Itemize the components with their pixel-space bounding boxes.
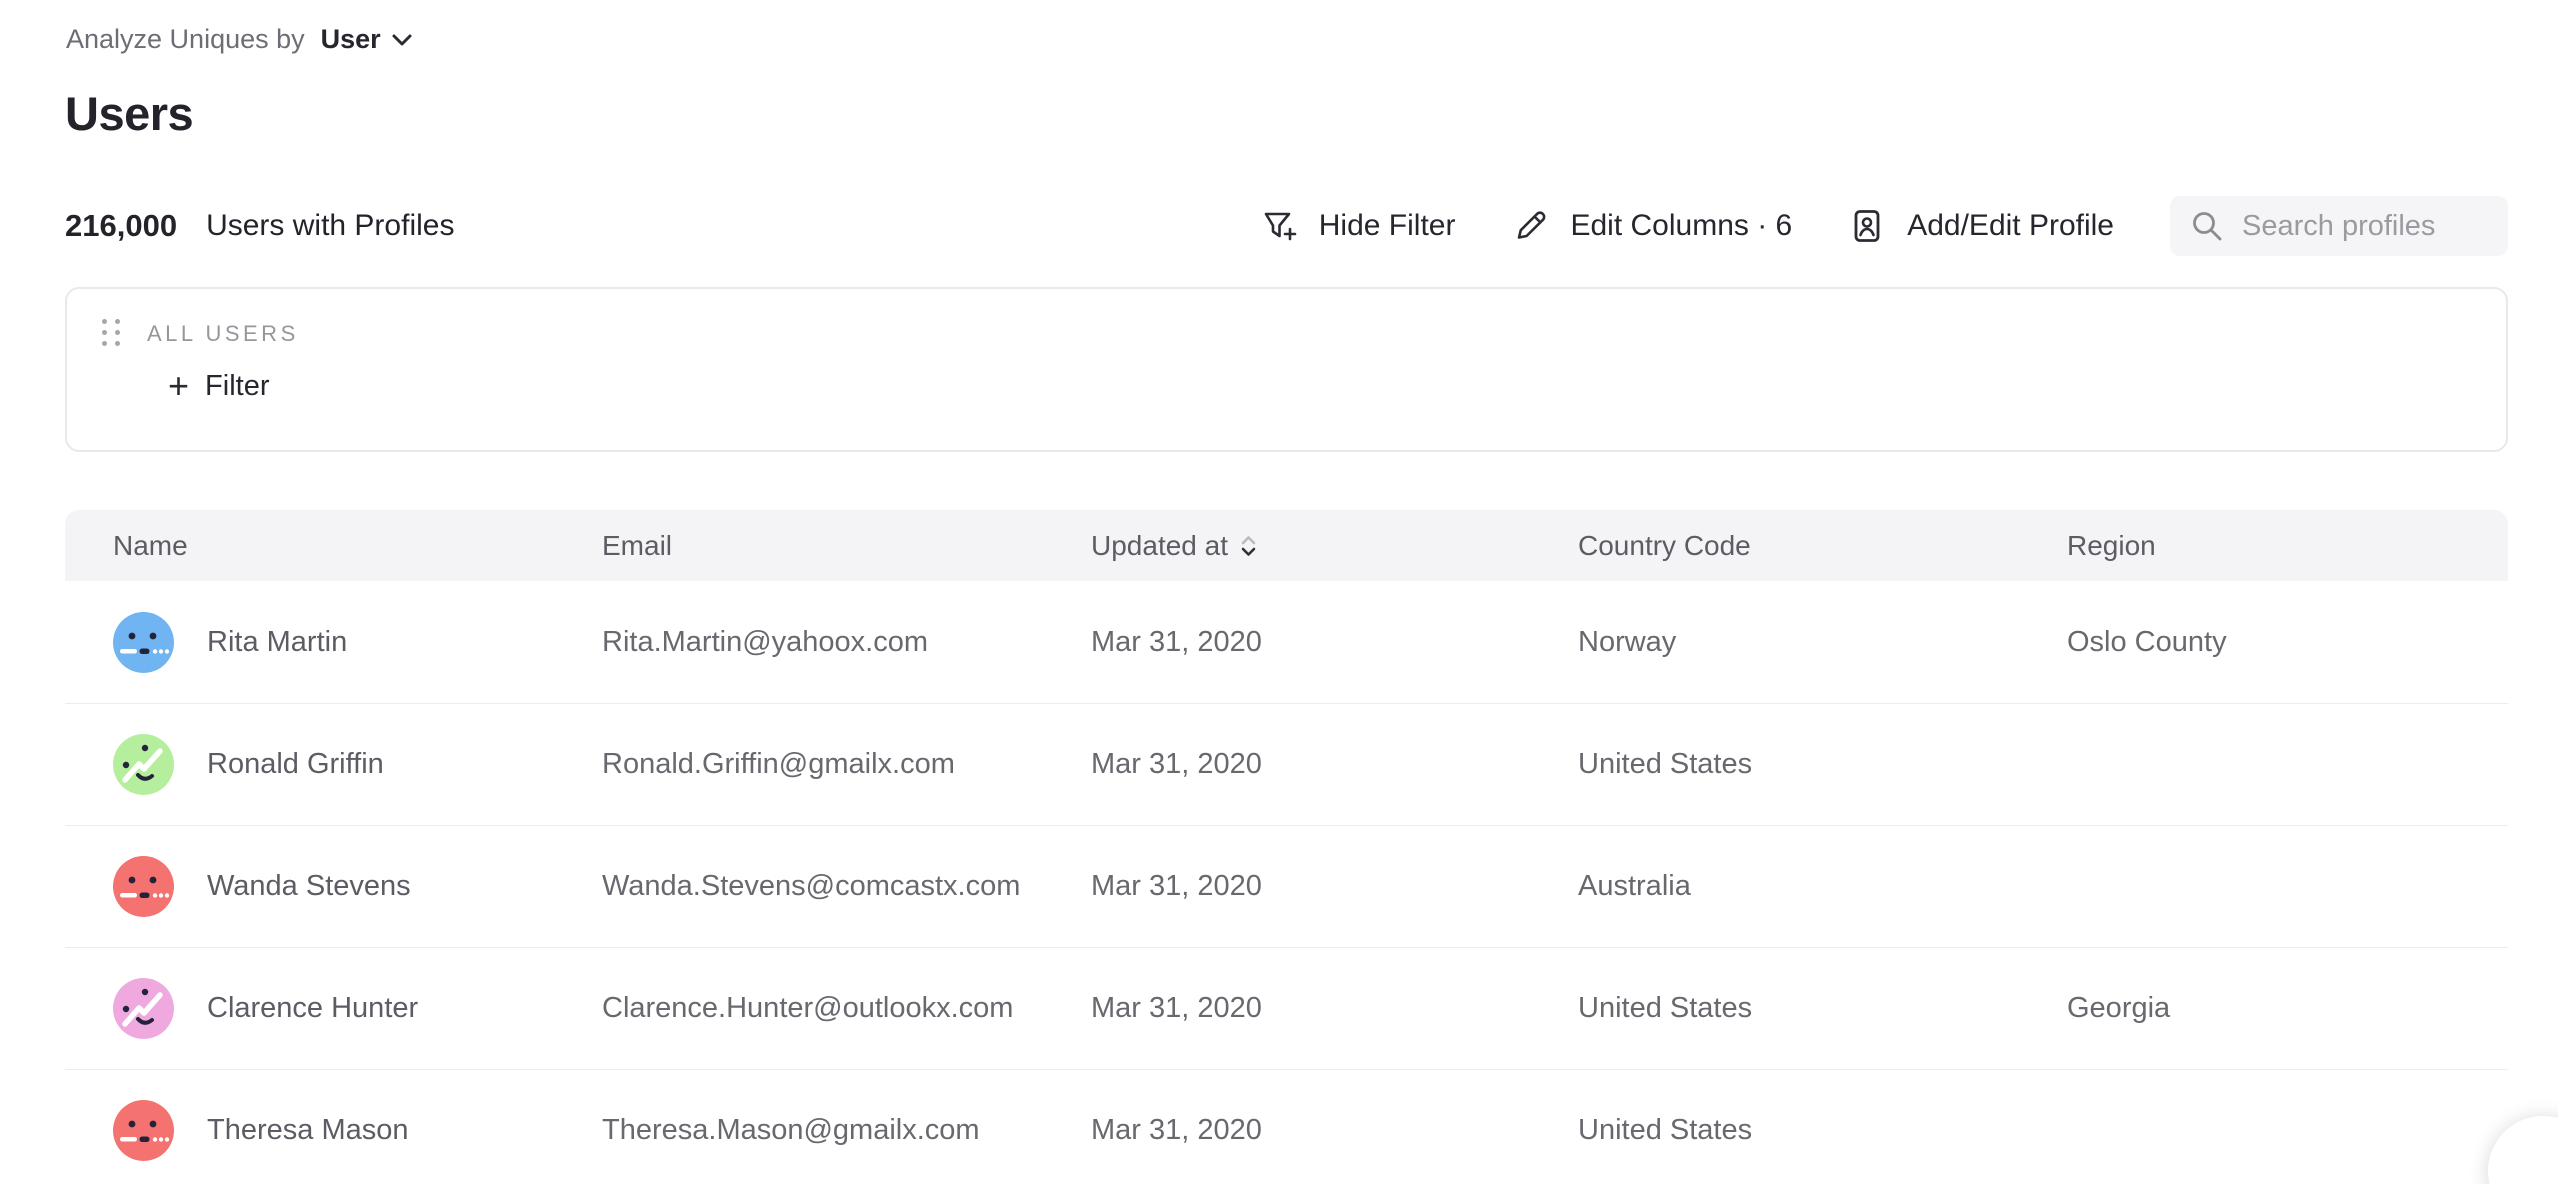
hide-filter-button[interactable]: Hide Filter bbox=[1260, 207, 1456, 245]
users-table: Name Email Updated at Country Code Regio… bbox=[65, 510, 2508, 1184]
user-name: Rita Martin bbox=[207, 626, 347, 659]
table-row[interactable]: Rita Martin Rita.Martin@yahoox.com Mar 3… bbox=[65, 581, 2508, 703]
table-row[interactable]: Clarence Hunter Clarence.Hunter@outlookx… bbox=[65, 947, 2508, 1069]
name-cell: Wanda Stevens bbox=[65, 856, 602, 917]
user-name: Ronald Griffin bbox=[207, 748, 384, 781]
filter-panel: ALL USERS + Filter bbox=[65, 287, 2508, 452]
stats-toolbar-row: 216,000 Users with Profiles Hide Filter … bbox=[65, 196, 2508, 256]
column-header-email[interactable]: Email bbox=[602, 530, 1091, 562]
analyze-uniques-row: Analyze Uniques by User bbox=[66, 24, 413, 55]
user-updated-at: Mar 31, 2020 bbox=[1091, 992, 1578, 1025]
user-email: Ronald.Griffin@gmailx.com bbox=[602, 748, 1091, 781]
edit-columns-label: Edit Columns · 6 bbox=[1570, 209, 1792, 243]
hide-filter-label: Hide Filter bbox=[1319, 209, 1456, 243]
add-edit-profile-button[interactable]: Add/Edit Profile bbox=[1848, 207, 2114, 245]
user-name: Clarence Hunter bbox=[207, 992, 418, 1025]
user-country: Norway bbox=[1578, 626, 2067, 659]
add-filter-button[interactable]: + Filter bbox=[168, 368, 269, 404]
add-filter-label: Filter bbox=[205, 370, 269, 403]
chevron-down-icon bbox=[391, 33, 413, 47]
filter-group-label: ALL USERS bbox=[147, 321, 299, 347]
column-header-country-code[interactable]: Country Code bbox=[1578, 530, 2067, 562]
analyze-uniques-label: Analyze Uniques by bbox=[66, 24, 305, 55]
user-name: Wanda Stevens bbox=[207, 870, 411, 903]
user-updated-at: Mar 31, 2020 bbox=[1091, 626, 1578, 659]
page-title: Users bbox=[65, 86, 193, 141]
profiles-count: 216,000 bbox=[65, 208, 177, 244]
user-updated-at: Mar 31, 2020 bbox=[1091, 870, 1578, 903]
user-region: Georgia bbox=[2067, 992, 2508, 1025]
pencil-icon bbox=[1511, 207, 1549, 245]
search-icon bbox=[2190, 209, 2224, 243]
column-header-updated-at[interactable]: Updated at bbox=[1091, 530, 1578, 562]
user-region: Oslo County bbox=[2067, 626, 2508, 659]
user-email: Clarence.Hunter@outlookx.com bbox=[602, 992, 1091, 1025]
user-country: United States bbox=[1578, 992, 2067, 1025]
edit-columns-button[interactable]: Edit Columns · 6 bbox=[1511, 207, 1792, 245]
name-cell: Ronald Griffin bbox=[65, 734, 602, 795]
analyze-uniques-dropdown[interactable]: User bbox=[321, 24, 413, 55]
table-header: Name Email Updated at Country Code Regio… bbox=[65, 510, 2508, 581]
search-profiles-input[interactable] bbox=[2242, 210, 2488, 243]
analyze-uniques-value: User bbox=[321, 24, 381, 55]
user-country: Australia bbox=[1578, 870, 2067, 903]
name-cell: Theresa Mason bbox=[65, 1100, 602, 1161]
user-email: Rita.Martin@yahoox.com bbox=[602, 626, 1091, 659]
user-country: United States bbox=[1578, 748, 2067, 781]
profile-card-icon bbox=[1848, 207, 1886, 245]
user-avatar-icon bbox=[113, 1100, 174, 1161]
user-country: United States bbox=[1578, 1114, 2067, 1147]
user-avatar-icon bbox=[113, 856, 174, 917]
search-box[interactable] bbox=[2170, 196, 2508, 256]
profiles-count-label: Users with Profiles bbox=[206, 209, 454, 243]
drag-handle-icon[interactable] bbox=[102, 319, 122, 348]
user-email: Wanda.Stevens@comcastx.com bbox=[602, 870, 1091, 903]
name-cell: Clarence Hunter bbox=[65, 978, 602, 1039]
add-edit-profile-label: Add/Edit Profile bbox=[1907, 209, 2114, 243]
user-avatar-icon bbox=[113, 978, 174, 1039]
column-header-name[interactable]: Name bbox=[65, 530, 602, 562]
table-row[interactable]: Ronald Griffin Ronald.Griffin@gmailx.com… bbox=[65, 703, 2508, 825]
user-updated-at: Mar 31, 2020 bbox=[1091, 748, 1578, 781]
table-body: Rita Martin Rita.Martin@yahoox.com Mar 3… bbox=[65, 581, 2508, 1184]
sort-icon[interactable] bbox=[1240, 535, 1257, 557]
users-page: Analyze Uniques by User Users 216,000 Us… bbox=[0, 0, 2558, 1184]
user-email: Theresa.Mason@gmailx.com bbox=[602, 1114, 1091, 1147]
toolbar: Hide Filter Edit Columns · 6 Add/Edit Pr… bbox=[1260, 196, 2508, 256]
table-row[interactable]: Theresa Mason Theresa.Mason@gmailx.com M… bbox=[65, 1069, 2508, 1184]
user-avatar-icon bbox=[113, 612, 174, 673]
funnel-plus-icon bbox=[1260, 207, 1298, 245]
column-header-region[interactable]: Region bbox=[2067, 530, 2508, 562]
name-cell: Rita Martin bbox=[65, 612, 602, 673]
user-name: Theresa Mason bbox=[207, 1114, 409, 1147]
plus-icon: + bbox=[168, 368, 189, 404]
filter-group-row: ALL USERS bbox=[102, 319, 2506, 348]
user-avatar-icon bbox=[113, 734, 174, 795]
table-row[interactable]: Wanda Stevens Wanda.Stevens@comcastx.com… bbox=[65, 825, 2508, 947]
user-updated-at: Mar 31, 2020 bbox=[1091, 1114, 1578, 1147]
